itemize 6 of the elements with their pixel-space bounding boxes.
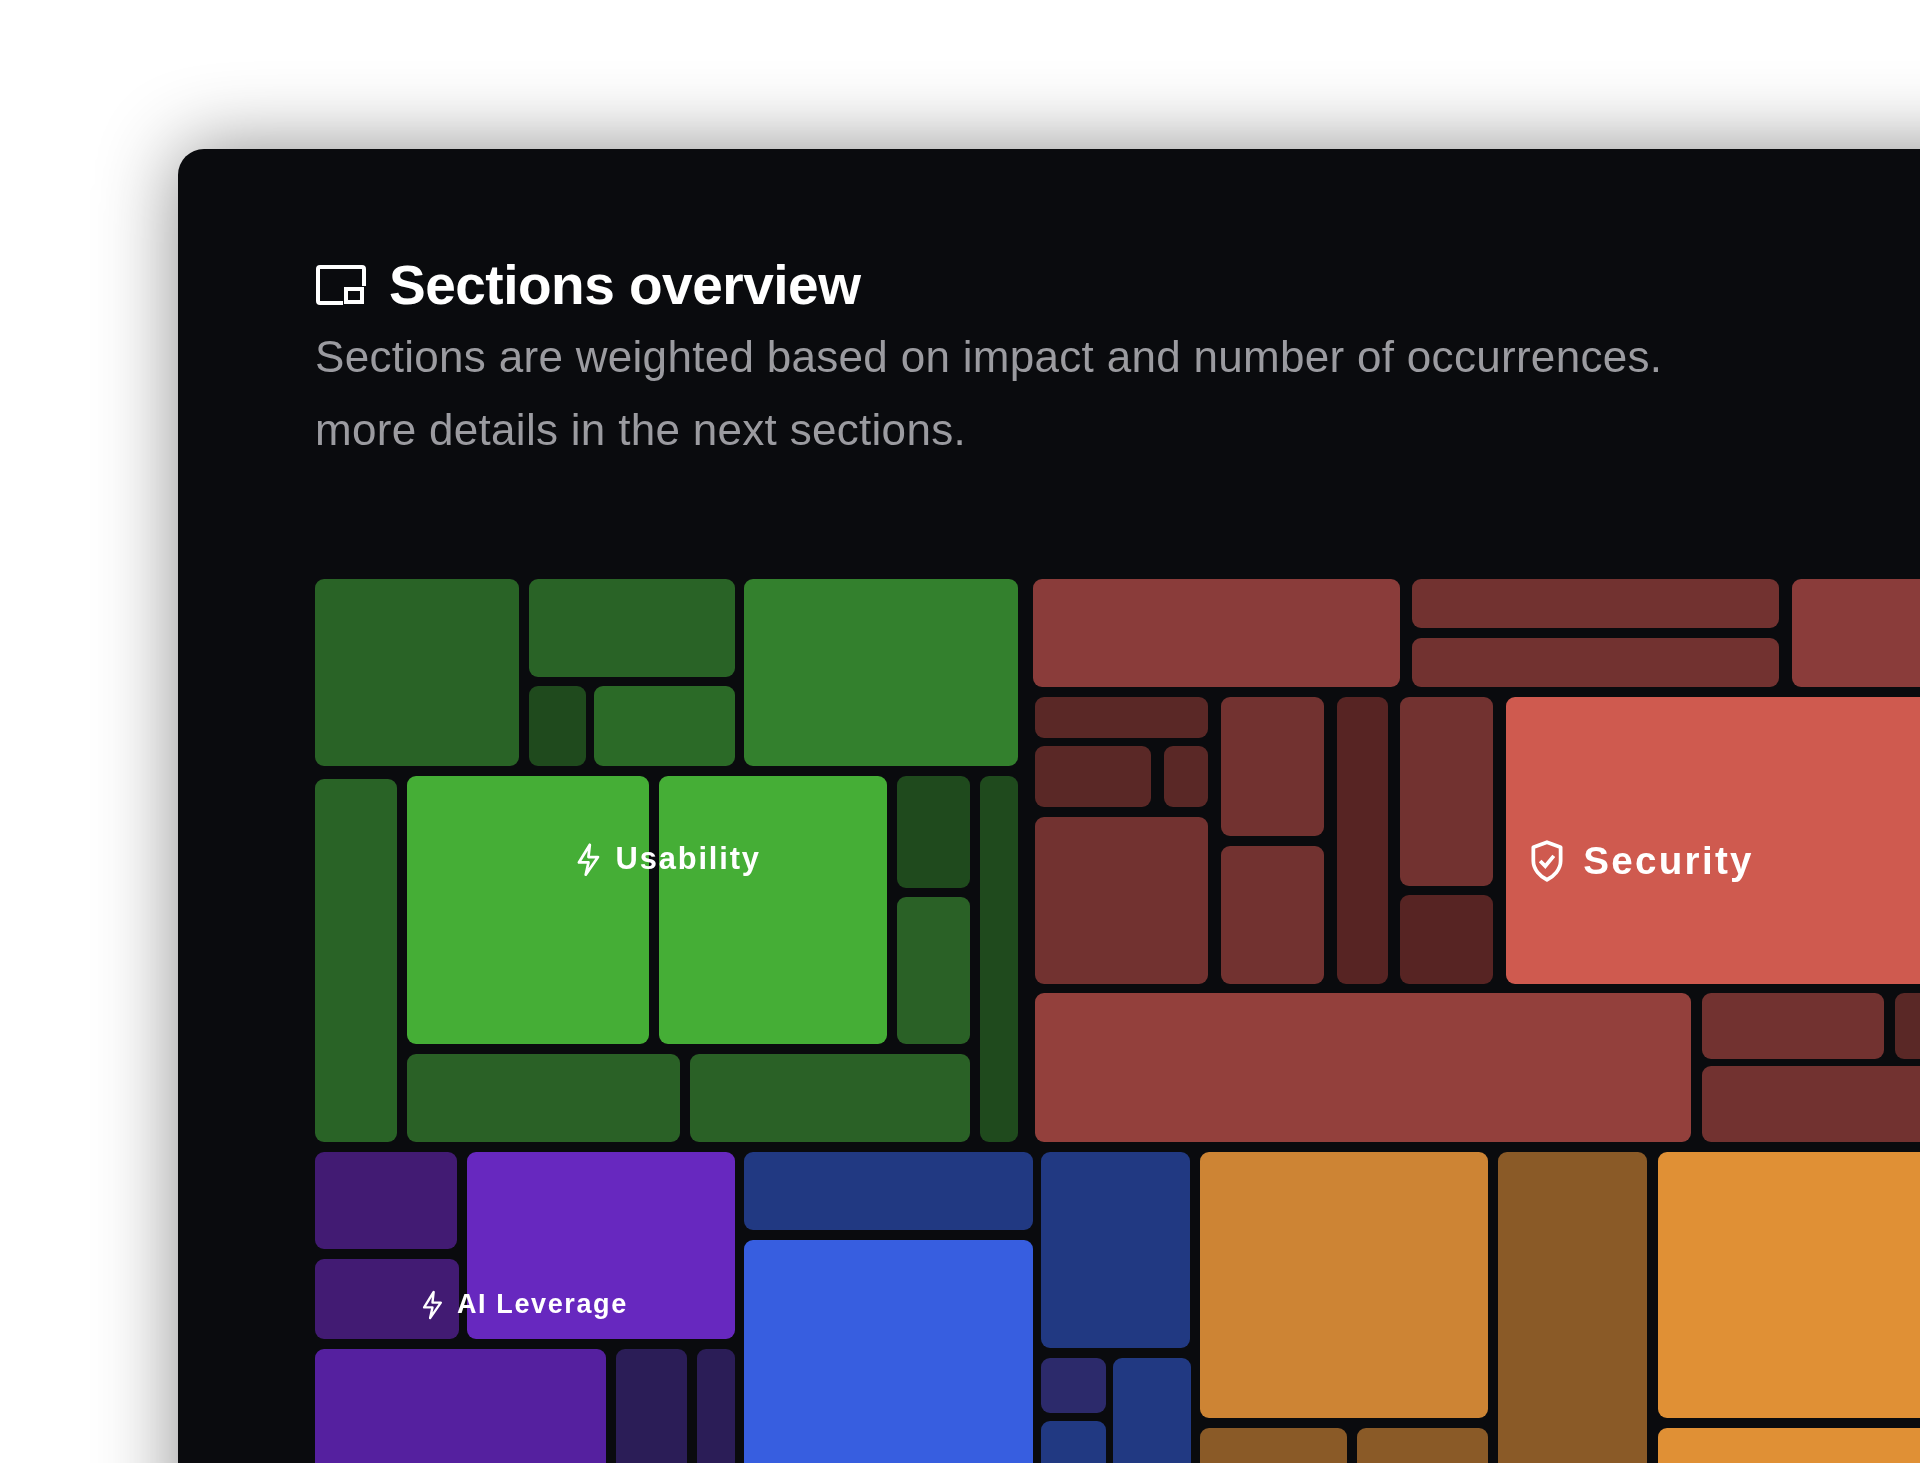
window-icon — [315, 264, 367, 306]
description-text: more details in the next sections. — [315, 404, 967, 456]
description-text: Sections are weighted based on impact and number of occurrences. — [315, 331, 1664, 383]
panel-title: Sections overview — [389, 253, 861, 317]
lightning-icon — [420, 1289, 445, 1321]
section-label: Security — [1583, 838, 1754, 883]
